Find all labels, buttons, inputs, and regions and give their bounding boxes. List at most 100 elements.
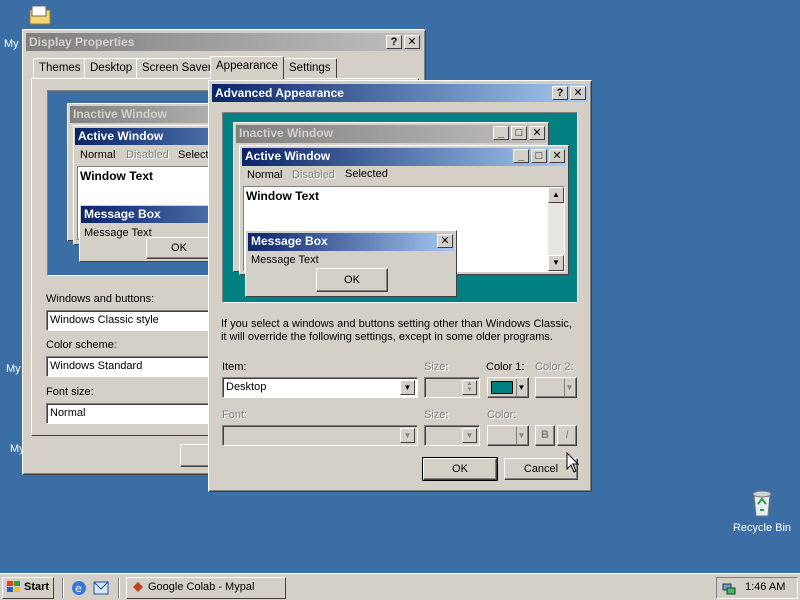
mypal-app-icon bbox=[133, 582, 143, 593]
adv-menu-normal: Normal bbox=[247, 169, 283, 181]
adv-menu-selected: Selected bbox=[340, 167, 393, 181]
start-button[interactable]: Start bbox=[2, 577, 54, 599]
windows-buttons-label: Windows and buttons: bbox=[46, 293, 155, 305]
internet-explorer-icon[interactable]: e bbox=[70, 579, 88, 597]
color2-picker: ▼ bbox=[535, 377, 577, 398]
clock[interactable]: 1:46 AM bbox=[745, 581, 785, 593]
minimize-icon: _ bbox=[513, 149, 529, 163]
preview-menu-normal: Normal bbox=[80, 149, 116, 161]
system-tray: 1:46 AM bbox=[716, 577, 798, 599]
font-color-label: Color: bbox=[487, 409, 517, 421]
adv-msgbox-text: Message Text bbox=[251, 254, 319, 266]
adv-window-text: Window Text bbox=[246, 189, 319, 203]
minimize-icon: _ bbox=[493, 126, 509, 140]
chevron-down-icon: ▼ bbox=[516, 427, 526, 444]
color1-swatch bbox=[491, 381, 513, 394]
recycle-bin-label: Recycle Bin bbox=[732, 522, 792, 534]
desktop-icon-label-1[interactable]: My bbox=[4, 38, 19, 50]
adv-menu-selected-text: Selected bbox=[345, 168, 388, 180]
preview-ok-button: OK bbox=[146, 237, 212, 259]
font-size-select[interactable]: Normal bbox=[46, 403, 210, 424]
color2-label: Color 2: bbox=[535, 361, 574, 373]
preview-menu-disabled: Disabled bbox=[126, 149, 169, 161]
quicklaunch-separator bbox=[118, 578, 120, 598]
font-label: Font: bbox=[222, 409, 248, 421]
font-select: ▼ bbox=[222, 425, 418, 446]
chevron-down-icon[interactable]: ▼ bbox=[400, 380, 415, 395]
scroll-up-icon: ▲ bbox=[548, 187, 564, 203]
color1-label: Color 1: bbox=[486, 361, 525, 373]
adv-active-title-text: Active Window bbox=[245, 149, 331, 163]
chevron-down-icon: ▼ bbox=[462, 428, 477, 443]
adv-preview-scrollbar: ▲ ▼ bbox=[548, 187, 564, 271]
adv-msgbox-title-text: Message Box bbox=[251, 234, 328, 248]
svg-text:e: e bbox=[75, 582, 82, 595]
help-button[interactable]: ? bbox=[386, 35, 402, 49]
adv-menu-disabled: Disabled bbox=[292, 169, 335, 181]
mouse-cursor-icon bbox=[566, 452, 580, 473]
tab-appearance[interactable]: Appearance bbox=[210, 56, 285, 79]
tab-screen-saver[interactable]: Screen Saver bbox=[136, 58, 218, 78]
adv-inactive-title-text: Inactive Window bbox=[239, 126, 333, 140]
adv-preview-ok-button: OK bbox=[316, 268, 388, 292]
desktop-icon-label-2[interactable]: My bbox=[6, 363, 21, 375]
maximize-icon: □ bbox=[511, 126, 527, 140]
scroll-down-icon: ▼ bbox=[548, 255, 564, 271]
adv-preview-message-box: Message Box ✕ Message Text OK bbox=[245, 230, 457, 297]
chevron-down-icon: ▼ bbox=[516, 379, 526, 396]
maximize-icon: □ bbox=[531, 149, 547, 163]
close-icon: ✕ bbox=[549, 149, 565, 163]
outlook-express-icon[interactable] bbox=[92, 579, 110, 597]
advanced-titlebar[interactable]: Advanced Appearance ? ✕ bbox=[212, 84, 588, 102]
quicklaunch-separator bbox=[62, 578, 64, 598]
preview-active-title: Active Window bbox=[75, 128, 212, 145]
recycle-bin[interactable]: Recycle Bin bbox=[730, 486, 794, 542]
preview-msgbox-text: Message Text bbox=[84, 227, 152, 239]
italic-button: I bbox=[557, 425, 577, 446]
color1-picker[interactable]: ▼ bbox=[487, 377, 529, 398]
chevron-down-icon: ▼ bbox=[400, 428, 415, 443]
font-size-label: Font size: bbox=[46, 386, 94, 398]
font-color-picker: ▼ bbox=[487, 425, 529, 446]
info-text-line2: it will override the following settings,… bbox=[221, 331, 553, 343]
close-icon: ✕ bbox=[437, 234, 453, 248]
dialog-title: Advanced Appearance bbox=[215, 86, 344, 100]
start-label: Start bbox=[24, 581, 50, 593]
item-select-value: Desktop bbox=[226, 381, 267, 393]
color-scheme-select[interactable]: Windows Standard bbox=[46, 356, 210, 377]
tab-themes[interactable]: Themes bbox=[33, 58, 87, 78]
preview-msgbox-title: Message Box bbox=[81, 206, 212, 223]
adv-preview-inactive-title: Inactive Window _ □ ✕ bbox=[236, 125, 546, 143]
preview-inactive-title: Inactive Window bbox=[70, 106, 212, 123]
network-icon[interactable] bbox=[721, 580, 737, 596]
folder-icon bbox=[29, 5, 51, 25]
bold-button: B bbox=[535, 425, 555, 446]
size-spinner: ▲ ▼ bbox=[424, 377, 480, 398]
tab-settings[interactable]: Settings bbox=[283, 58, 337, 78]
chevron-down-icon: ▼ bbox=[564, 379, 574, 396]
taskbar: Start e Google Colab - Mypal 1:46 AM bbox=[0, 573, 800, 600]
item-label: Item: bbox=[222, 361, 247, 373]
close-button[interactable]: ✕ bbox=[570, 86, 586, 100]
font-size-label: Size: bbox=[424, 409, 449, 421]
taskbar-item-mypal[interactable]: Google Colab - Mypal bbox=[126, 577, 286, 599]
display-ok-button-partial[interactable] bbox=[180, 444, 210, 467]
windows-logo-icon bbox=[7, 581, 20, 593]
spin-arrows-icon: ▲ ▼ bbox=[462, 380, 477, 395]
taskbar-item-label: Google Colab - Mypal bbox=[148, 581, 255, 593]
size-label: Size: bbox=[424, 361, 449, 373]
tab-desktop[interactable]: Desktop bbox=[84, 58, 139, 78]
font-size-select: ▼ bbox=[424, 425, 480, 446]
item-select[interactable]: Desktop ▼ bbox=[222, 377, 418, 398]
ok-button[interactable]: OK bbox=[422, 457, 498, 481]
display-properties-titlebar[interactable]: Display Properties ? ✕ bbox=[26, 33, 422, 51]
window-title: Display Properties bbox=[29, 35, 135, 49]
preview-window-text: Window Text bbox=[80, 169, 153, 183]
recycle-bin-icon bbox=[752, 490, 772, 517]
help-button[interactable]: ? bbox=[552, 86, 568, 100]
info-text-line1: If you select a windows and buttons sett… bbox=[221, 318, 572, 330]
close-icon: ✕ bbox=[529, 126, 545, 140]
desktop-icon-folder[interactable] bbox=[28, 2, 52, 26]
windows-buttons-select[interactable]: Windows Classic style bbox=[46, 310, 210, 331]
close-button[interactable]: ✕ bbox=[404, 35, 420, 49]
